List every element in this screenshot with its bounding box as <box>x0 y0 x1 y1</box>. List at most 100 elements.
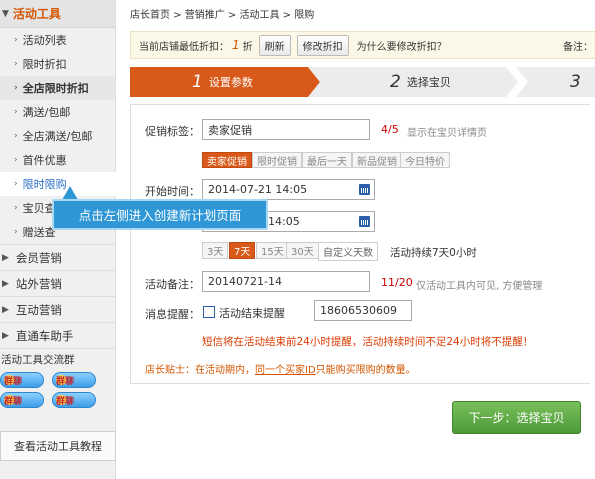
sidebar-item-gift-shipping[interactable]: › 满送/包邮 <box>0 100 115 124</box>
promo-tag-hint: 显示在宝贝详情页 <box>407 128 487 139</box>
remark-count: 11/20 <box>381 276 413 289</box>
qq-group-button[interactable]: 群聊 <box>0 392 44 408</box>
step-progress: 1 设置参数 2 选择宝贝 3 <box>130 67 595 97</box>
custom-days-button[interactable]: 自定义天数 <box>318 242 378 261</box>
remark-hint: 仅活动工具内可见, 方便管理 <box>416 281 543 292</box>
qq-label: 群聊 <box>56 376 75 387</box>
phone-input[interactable]: 18606530609 <box>314 300 412 321</box>
sidebar-item-activity-list[interactable]: › 活动列表 <box>0 28 115 52</box>
sidebar-item-label: 限时限购 <box>22 178 67 191</box>
step-number: 2 <box>390 72 401 92</box>
qq-group-button[interactable]: 群聊 <box>0 372 44 388</box>
qq-label: 群聊 <box>4 376 23 387</box>
chevron-right-icon: › <box>14 203 18 213</box>
qq-label: 群聊 <box>56 396 75 407</box>
sidebar-item-label: 满送/包邮 <box>22 106 71 119</box>
sidebar-item-store-discount[interactable]: › 全店限时折扣 <box>0 76 115 100</box>
start-time-value: 2014-07-21 14:05 <box>208 183 308 196</box>
tip-suffix: 只能购买限购的数量。 <box>315 365 416 376</box>
chevron-right-icon: › <box>14 35 18 45</box>
calendar-icon[interactable] <box>359 184 370 195</box>
sidebar-group-label: 会员营销 <box>15 250 62 265</box>
sidebar-group-member[interactable]: ▶ 会员营销 <box>0 244 115 270</box>
qq-row: 群聊 群聊 <box>0 392 115 410</box>
sidebar-item-limited-discount[interactable]: › 限时折扣 <box>0 52 115 76</box>
duration-text: 活动持续7天0小时 <box>390 247 477 259</box>
sidebar-group-label: 互动营销 <box>15 302 62 317</box>
sidebar-header-label: 活动工具 <box>12 7 61 21</box>
qq-group-button[interactable]: 群聊 <box>52 392 96 408</box>
triangle-right-icon: ▶ <box>2 252 9 263</box>
triangle-down-icon: ▼ <box>2 8 9 19</box>
tip-prefix: 店长贴士：在活动期内， <box>145 365 255 376</box>
duration-option[interactable]: 15天 <box>256 242 289 259</box>
sidebar-item-first-item-offer[interactable]: › 首件优惠 <box>0 148 115 172</box>
sidebar-group-interactive[interactable]: ▶ 互动营销 <box>0 296 115 322</box>
notice-note: 备注： <box>563 41 593 53</box>
sidebar: ▼ 活动工具 › 活动列表 › 限时折扣 › 全店限时折扣 › 满送/包邮 › 全店满送/… <box>0 0 116 479</box>
chevron-right-icon: › <box>14 155 18 165</box>
tutorial-button[interactable]: 查看活动工具教程 <box>0 431 116 461</box>
duration-option[interactable]: 3天 <box>202 242 229 259</box>
tag-option[interactable]: 最后一天 <box>302 152 352 168</box>
promo-tag-input[interactable]: 卖家促销 <box>202 119 370 140</box>
breadcrumb: 店长首页 > 营销推广 > 活动工具 > 限购 <box>130 10 315 21</box>
sidebar-group-label: 直通车助手 <box>15 328 74 343</box>
why-edit-link[interactable]: 为什么要修改折扣？ <box>357 38 447 53</box>
refresh-button[interactable]: 刷新 <box>258 34 291 56</box>
qq-row: 群聊 群聊 <box>0 372 115 390</box>
sidebar-group-offsite[interactable]: ▶ 站外营销 <box>0 270 115 296</box>
remark-input[interactable]: 20140721-14 <box>202 271 370 292</box>
triangle-right-icon: ▶ <box>2 304 9 315</box>
next-step-button[interactable]: 下一步：选择宝贝 <box>452 401 581 434</box>
tag-option[interactable]: 新品促销 <box>352 152 402 168</box>
chevron-right-icon: › <box>14 107 18 117</box>
sidebar-item-label: 宝贝查 <box>22 202 56 215</box>
step-number: 3 <box>570 72 581 92</box>
start-time-input[interactable]: 2014-07-21 14:05 <box>202 179 375 200</box>
reminder-label: 消息提醒： <box>145 308 200 321</box>
reminder-check-label: 活动结束提醒 <box>219 307 285 320</box>
sidebar-item-label: 赠送查 <box>22 226 56 239</box>
reminder-checkbox[interactable] <box>203 306 215 318</box>
qq-label: 群聊 <box>4 396 23 407</box>
triangle-right-icon: ▶ <box>2 330 9 341</box>
sidebar-header[interactable]: ▼ 活动工具 <box>0 0 115 28</box>
sidebar-item-limited-purchase[interactable]: › 限时限购 <box>0 172 116 196</box>
group-chat-title: 活动工具交流群 <box>0 348 115 370</box>
start-time-label: 开始时间： <box>145 185 200 198</box>
sidebar-item-label: 全店限时折扣 <box>22 82 89 95</box>
step-number: 1 <box>192 72 203 92</box>
tag-option[interactable]: 今日特价 <box>400 152 450 168</box>
step-2: 2 选择宝贝 <box>308 67 518 97</box>
step-1: 1 设置参数 <box>130 67 320 97</box>
guide-callout: 点击左侧进入创建新计划页面 <box>52 199 268 230</box>
chevron-right-icon: › <box>14 59 18 69</box>
duration-option[interactable]: 7天 <box>229 242 256 259</box>
sidebar-item-store-gift-shipping[interactable]: › 全店满送/包邮 <box>0 124 115 148</box>
step-label: 选择宝贝 <box>406 76 451 89</box>
sms-warning: 短信将在活动结束前24小时提醒，活动持续时间不足24小时将不提醒！ <box>202 336 534 348</box>
duration-option[interactable]: 30天 <box>286 242 319 259</box>
calendar-icon[interactable] <box>359 216 370 227</box>
tip-link[interactable]: 同一个买家ID <box>255 365 316 376</box>
step-3: 3 <box>516 67 595 97</box>
sidebar-item-label: 活动列表 <box>22 34 67 47</box>
qq-group-button[interactable]: 群聊 <box>52 372 96 388</box>
notice-suffix: 折 <box>242 41 253 53</box>
tag-option[interactable]: 限时促销 <box>252 152 302 168</box>
sidebar-group-ztc[interactable]: ▶ 直通车助手 <box>0 322 115 348</box>
chevron-right-icon: › <box>14 131 18 141</box>
step-label: 设置参数 <box>208 76 253 89</box>
settings-form: 促销标签： 卖家促销 4/5 显示在宝贝详情页 卖家促销 限时促销 最后一天 新… <box>130 104 590 384</box>
chevron-right-icon: › <box>14 83 18 93</box>
promo-tag-count: 4/5 <box>381 123 399 136</box>
discount-notice: 当前店铺最低折扣： 1 折 刷新 修改折扣 为什么要修改折扣？ 备注： <box>130 31 595 59</box>
chevron-right-icon: › <box>14 227 18 237</box>
edit-discount-button[interactable]: 修改折扣 <box>296 34 349 56</box>
tag-option[interactable]: 卖家促销 <box>202 152 252 168</box>
notice-prefix: 当前店铺最低折扣： <box>139 41 229 53</box>
remark-label: 活动备注： <box>145 278 200 291</box>
min-discount-value: 1 <box>232 38 240 52</box>
callout-pointer <box>62 186 78 200</box>
